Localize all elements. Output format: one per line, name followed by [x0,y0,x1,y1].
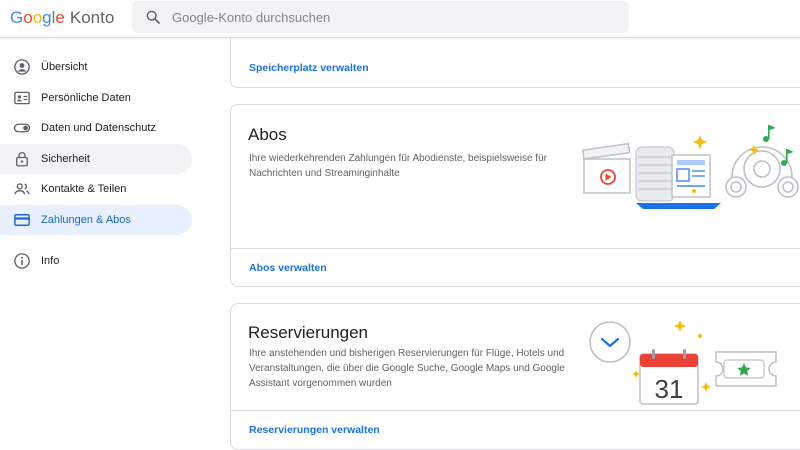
card-divider [231,248,800,249]
id-card-icon [14,91,30,104]
sidebar-item-daten-und-datenschutz[interactable]: Daten und Datenschutz [0,113,192,143]
google-konto-logo[interactable]: Google Konto [10,8,114,28]
lock-icon [16,151,28,166]
sidebar-item-label: Daten und Datenschutz [41,122,156,134]
sidebar-item-sicherheit[interactable]: Sicherheit [0,143,192,174]
calendar-day: 31 [655,374,684,404]
sidebar-nav: Übersicht Persönliche Daten Daten und Da… [0,52,192,277]
sidebar-item-label: Kontakte & Teilen [41,183,127,195]
manage-storage-link[interactable]: Speicherplatz verwalten [249,62,369,74]
logo-letter: o [32,8,43,27]
search-box[interactable] [132,1,629,33]
sidebar-item-kontakte-teilen[interactable]: Kontakte & Teilen [0,174,192,204]
sidebar-item-label: Persönliche Daten [41,91,131,104]
sidebar-item-uebersicht[interactable]: Übersicht [0,52,192,82]
search-input[interactable] [172,5,612,29]
sidebar-item-persoenliche-daten[interactable]: Persönliche Daten [0,83,192,113]
sidebar-item-label: Übersicht [41,61,88,73]
toggle-icon [13,123,31,133]
logo-letter: o [23,8,33,27]
subscriptions-illustration [581,125,799,209]
sidebar-item-zahlungen-abos[interactable]: Zahlungen & Abos [0,204,192,235]
logo-letter: e [55,8,65,27]
abos-card: Abos Ihre wiederkehrenden Zahlungen für … [230,104,800,287]
sidebar-item-label: Info [41,255,60,267]
search-icon[interactable] [145,9,161,25]
sidebar-item-label: Zahlungen & Abos [41,213,131,226]
reservations-illustration: 31 [589,320,777,405]
manage-abos-link[interactable]: Abos verwalten [249,262,327,274]
card-description: Ihre wiederkehrenden Zahlungen für Abodi… [249,153,547,179]
card-title: Reservierungen [248,323,369,342]
app-name: Konto [69,8,115,27]
account-circle-icon [14,59,30,75]
manage-reservierungen-link[interactable]: Reservierungen verwalten [249,424,380,436]
info-icon [14,253,30,269]
card-title: Abos [248,125,287,144]
card-description: Ihre anstehenden und bisherigen Reservie… [249,348,565,389]
card-divider [231,410,800,411]
people-icon [14,183,30,195]
top-bar: Google Konto [0,0,800,38]
logo-letter: g [42,8,52,27]
sidebar-item-label: Sicherheit [41,152,90,165]
logo-letter: G [10,8,24,27]
storage-card: Speicherplatz verwalten [230,38,800,88]
credit-card-icon [14,213,30,226]
sidebar-item-info[interactable]: Info [0,246,192,276]
reservierungen-card: Reservierungen Ihre anstehenden und bish… [230,303,800,450]
